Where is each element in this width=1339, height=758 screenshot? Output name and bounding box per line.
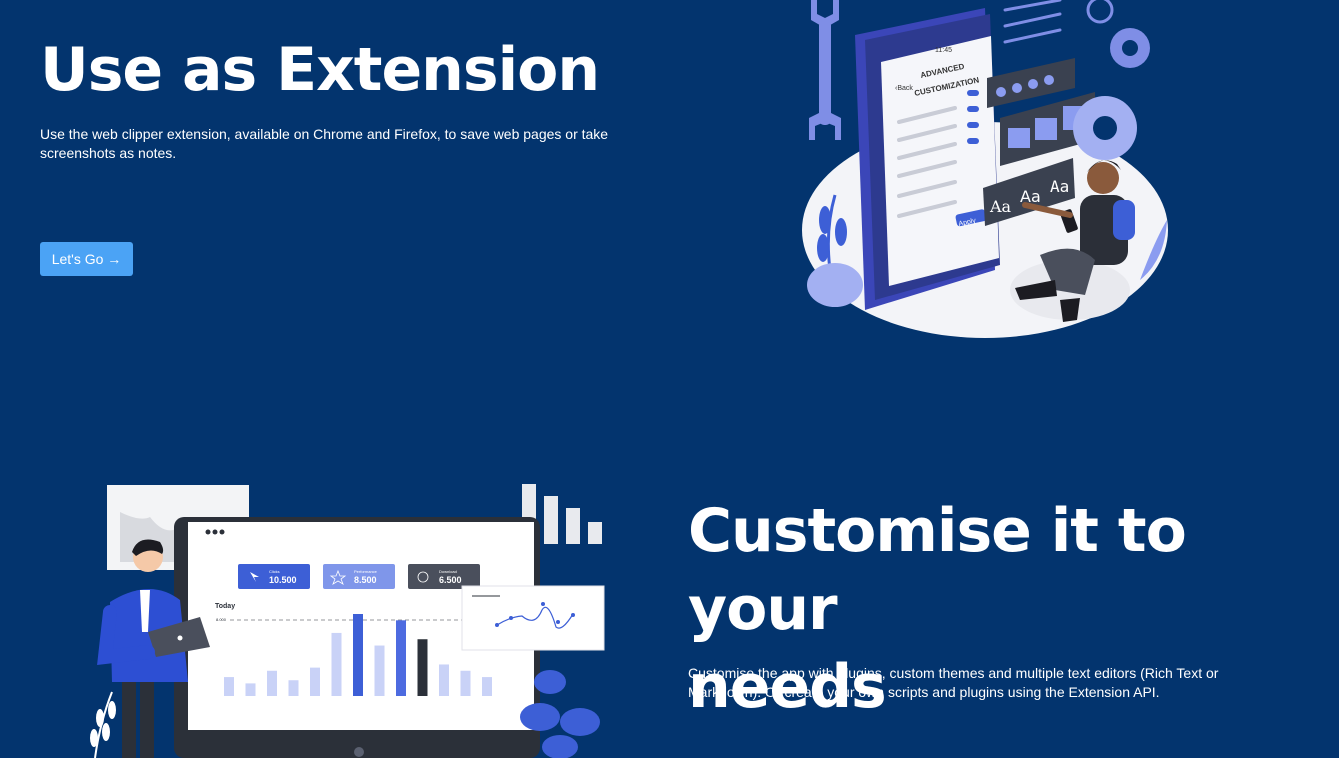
plant-left-icon — [90, 691, 116, 758]
dashboard-bar — [417, 639, 428, 696]
stat-label: Clicks — [269, 569, 280, 574]
stat-card-download: Download 6.500 — [408, 564, 480, 589]
today-label: Today — [215, 603, 235, 610]
stat-value: 6.500 — [439, 575, 462, 585]
customization-illustration: 11:45 ‹Back ADVANCED CUSTOMIZATION Apply — [802, 0, 1168, 338]
dashboard-bar — [267, 670, 277, 696]
extension-section-title: Use as Extension — [40, 35, 600, 105]
stat-card-clicks: Clicks 10.500 — [238, 564, 310, 589]
font-sample-1: Aa — [989, 197, 1012, 216]
dashboard-bar — [482, 677, 492, 696]
dashboard-bar — [245, 683, 256, 696]
landing-page: Use as Extension Use the web clipper ext… — [0, 0, 1339, 758]
reference-value-label: 8.000 — [216, 617, 227, 622]
line-chart-card — [461, 585, 605, 651]
window-dots-icon — [205, 529, 225, 535]
stat-value: 10.500 — [269, 575, 297, 585]
phone-back-label: ‹Back — [895, 85, 913, 92]
dashboard-bar — [374, 645, 385, 696]
color-dots-panel — [987, 58, 1075, 108]
dashboard-bar — [396, 620, 406, 696]
stat-value: 8.500 — [354, 575, 377, 585]
sliders-icon — [1003, 0, 1062, 44]
dashboard-bar — [439, 664, 449, 696]
dashboard-bar — [288, 680, 299, 696]
phone-illustration: 11:45 ‹Back ADVANCED CUSTOMIZATION Apply — [855, 8, 1000, 310]
stat-label: Download — [439, 569, 457, 574]
stat-label: Performance — [354, 569, 378, 574]
phone-time: 11:45 — [935, 47, 952, 54]
dashboard-illustration: Clicks 10.500 Performance 8.500 Download… — [90, 484, 605, 758]
dashboard-bar — [331, 632, 342, 696]
stat-card-performance: Performance 8.500 — [323, 564, 395, 589]
lets-go-button[interactable]: Let's Go → — [40, 242, 133, 276]
gear-icon — [1073, 0, 1150, 160]
dashboard-bar — [310, 667, 320, 696]
extension-section-description: Use the web clipper extension, available… — [40, 126, 609, 161]
wrench-icon — [809, 0, 841, 140]
monitor-button — [354, 747, 364, 757]
font-sample-3: Aa — [1050, 177, 1069, 196]
dashboard-bar — [224, 677, 234, 696]
dashboard-bar — [460, 670, 471, 696]
dashboard-bar — [353, 614, 363, 696]
customise-section-description: Customise the app with plugins, custom t… — [688, 665, 1219, 700]
customise-title-line-1: Customise it to your — [688, 496, 1187, 644]
